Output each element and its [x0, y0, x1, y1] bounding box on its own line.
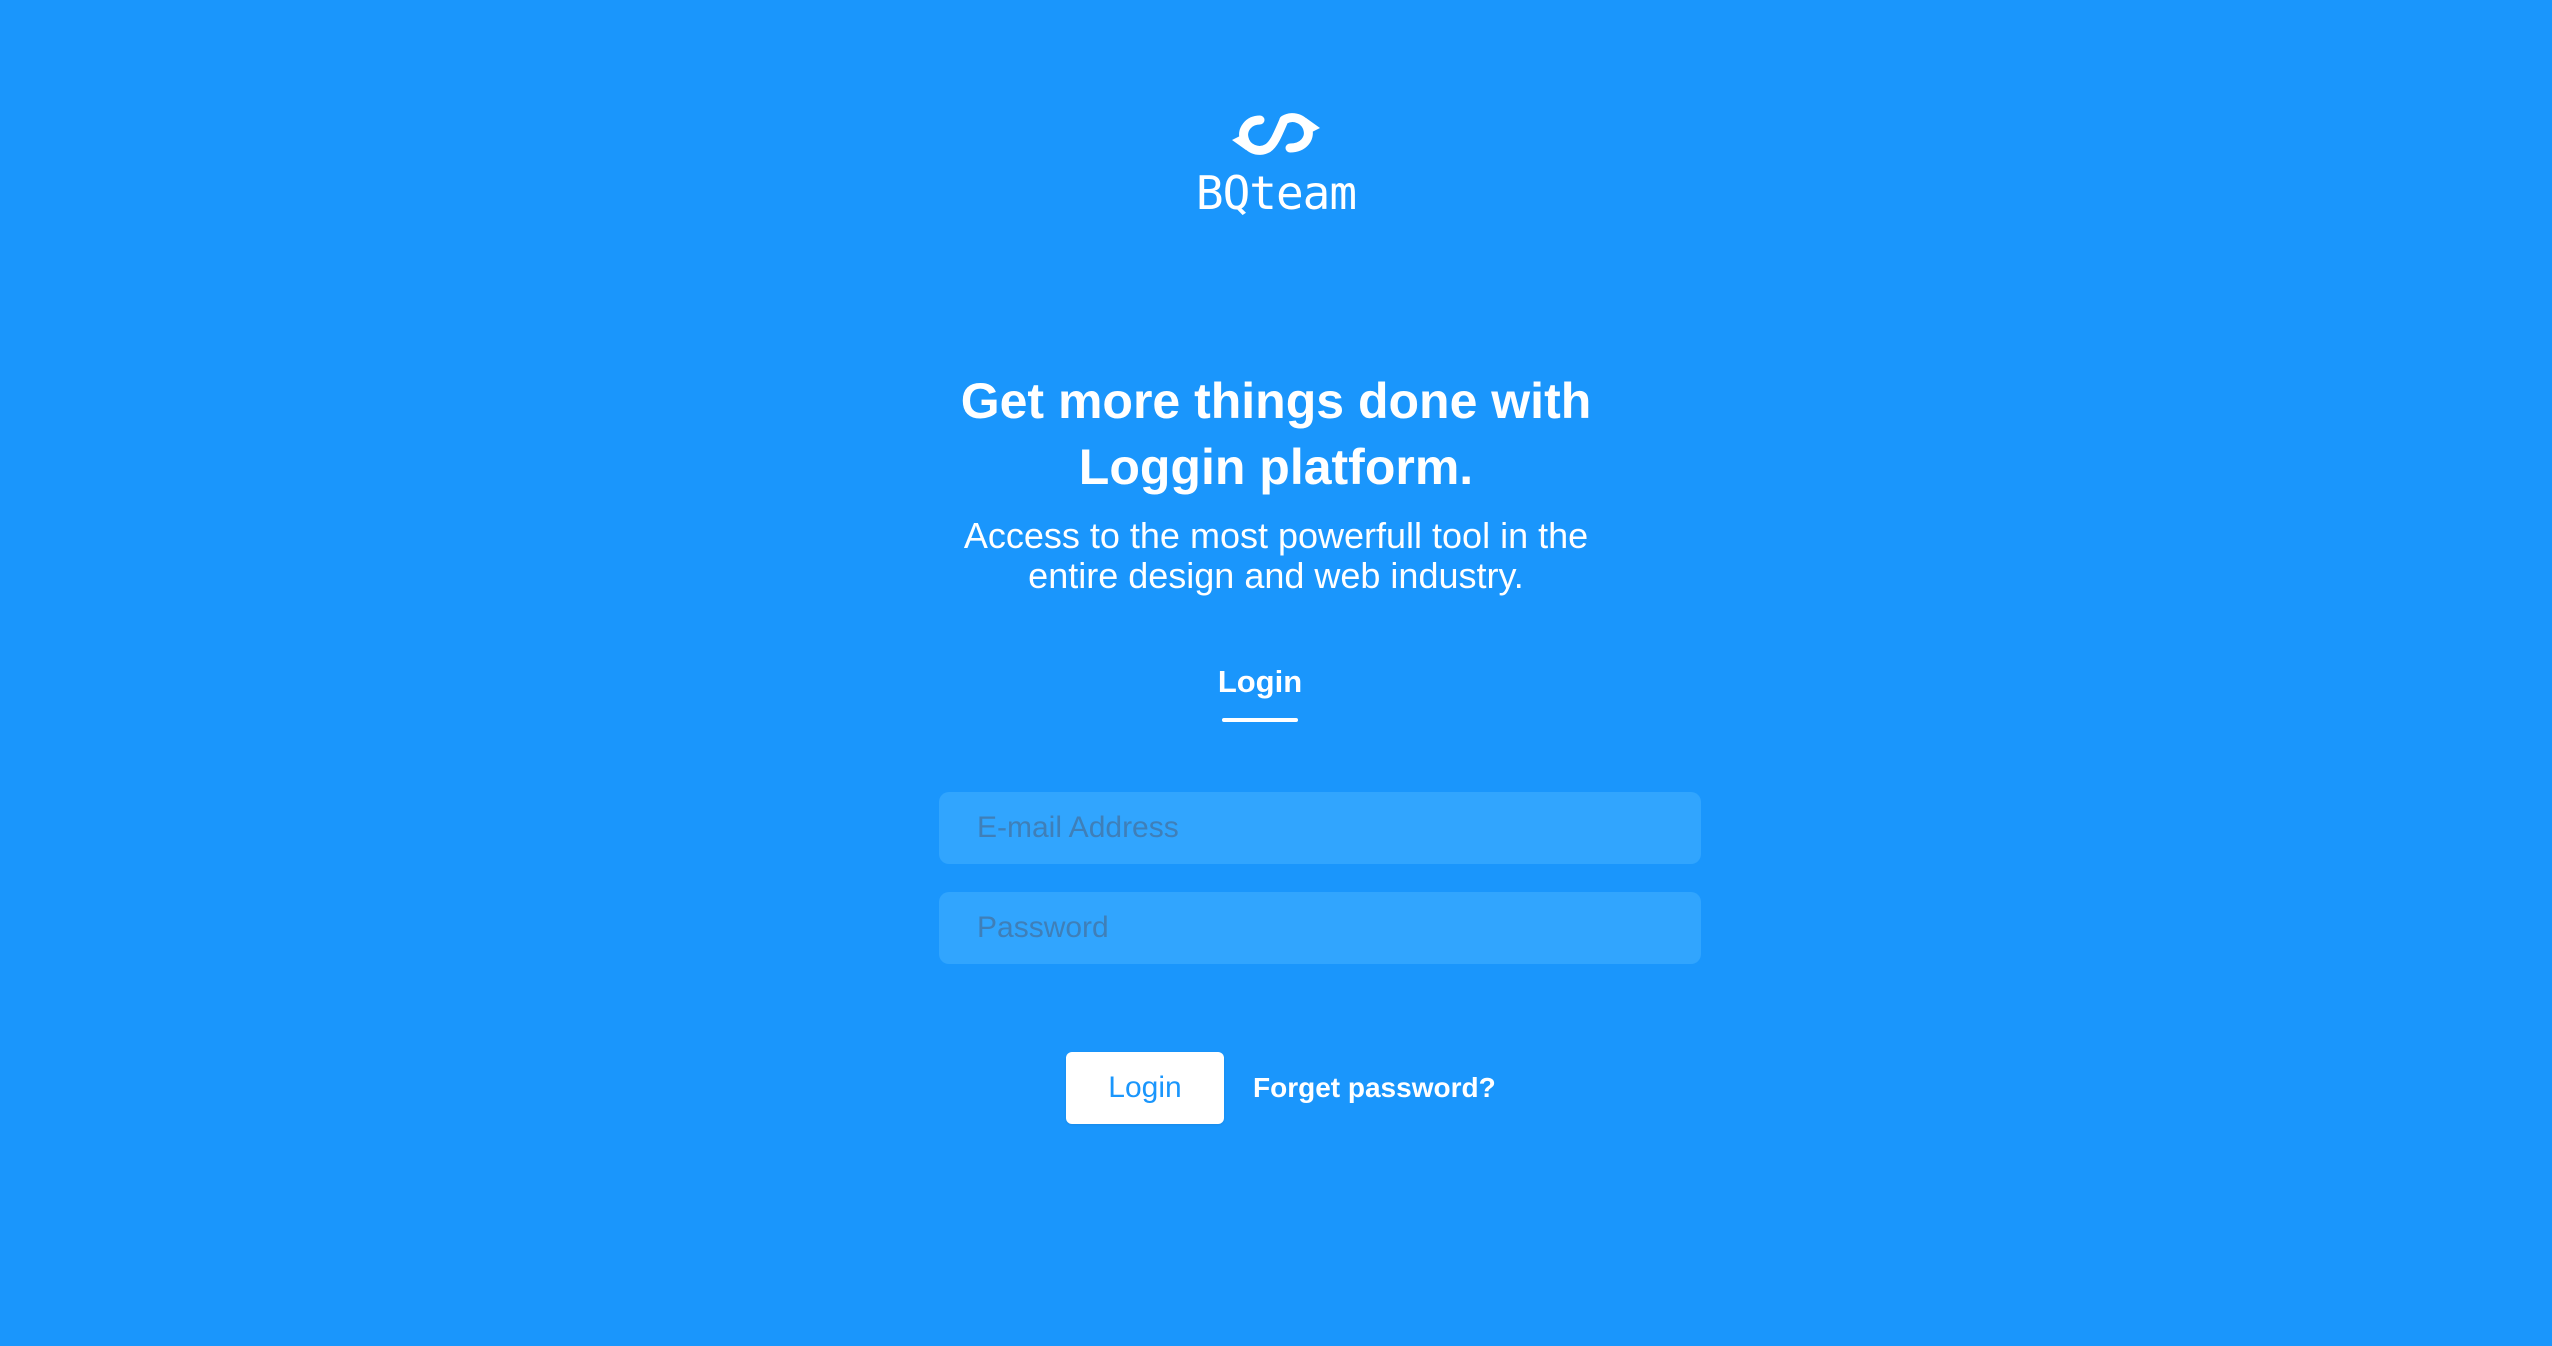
sync-arrows-icon: [1232, 113, 1320, 155]
page-subtitle: Access to the most powerfull tool in the…: [876, 516, 1676, 596]
headline-line-1: Get more things done with: [960, 373, 1592, 429]
subtitle-line-1: Access to the most powerfull tool in the: [963, 515, 1589, 556]
forgot-password-link[interactable]: Forget password?: [1253, 1068, 1496, 1108]
password-field[interactable]: [939, 892, 1701, 964]
tab-login[interactable]: Login: [1200, 660, 1320, 722]
subtitle-line-2: entire design and web industry.: [1028, 555, 1524, 596]
tab-active-indicator: [1222, 718, 1298, 722]
brand-name: BQteam: [1195, 166, 1357, 220]
headline-line-2: Loggin platform.: [1078, 439, 1474, 495]
page-headline: Get more things done with Loggin platfor…: [876, 368, 1676, 500]
tab-login-label[interactable]: Login: [1200, 660, 1320, 704]
brand-logo: BQteam: [1176, 104, 1376, 216]
email-field[interactable]: [939, 792, 1701, 864]
login-button[interactable]: Login: [1066, 1052, 1224, 1124]
login-page: BQteam Get more things done with Loggin …: [0, 0, 2552, 1346]
